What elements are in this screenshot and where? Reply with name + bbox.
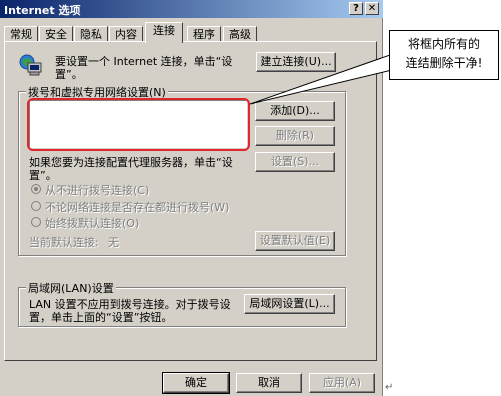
- apply-button[interactable]: 应用(A): [309, 373, 375, 393]
- annotation-line-1: 将框内所有的: [407, 37, 480, 51]
- radio-never-dial[interactable]: [31, 184, 41, 194]
- current-default-value: 无: [108, 236, 119, 249]
- cancel-button[interactable]: 取消: [236, 373, 302, 393]
- tab-advanced[interactable]: 高级: [223, 26, 257, 42]
- lan-text-continued: 置，单击上面的“设置”按钮。: [29, 311, 173, 324]
- window-title: Internet 选项: [4, 4, 81, 17]
- highlight-box: [27, 98, 250, 151]
- lan-settings-button[interactable]: 局域网设置(L)...: [244, 294, 335, 314]
- set-default-button[interactable]: 设置默认值(E): [255, 231, 335, 251]
- proxy-text-continued: 置”。: [29, 169, 57, 182]
- tab-connections[interactable]: 连接: [145, 22, 183, 43]
- internet-options-dialog: Internet 选项 ? ✕ 常规 安全 隐私 内容 连接 程序 高级 要设置…: [0, 0, 383, 396]
- radio-always-dial-default-label: 始终拨默认连接(O): [45, 217, 140, 230]
- setup-connection-button[interactable]: 建立连接(U)...: [256, 52, 336, 72]
- annotation-line-2: 连结删除干净!: [405, 56, 483, 70]
- tab-content[interactable]: 内容: [109, 26, 143, 42]
- radio-never-dial-label: 从不进行拨号连接(C): [45, 184, 150, 197]
- close-icon[interactable]: ✕: [365, 2, 379, 15]
- help-icon[interactable]: ?: [349, 2, 363, 15]
- delete-button[interactable]: 删除(R): [255, 126, 335, 146]
- return-mark-icon: ↵: [385, 382, 394, 393]
- proxy-text: 如果您要为连接配置代理服务器，单击“设: [29, 156, 233, 169]
- tab-programs[interactable]: 程序: [187, 26, 221, 42]
- title-bar[interactable]: Internet 选项 ? ✕: [0, 0, 383, 18]
- settings-button[interactable]: 设置(S)...: [255, 152, 335, 172]
- setup-text-continued: 置”。: [55, 68, 83, 81]
- computer-network-icon: [17, 53, 45, 77]
- lan-group-label: 局域网(LAN)设置: [26, 280, 116, 296]
- current-default-label: 当前默认连接:: [29, 236, 99, 249]
- tab-security[interactable]: 安全: [39, 26, 73, 42]
- tab-privacy[interactable]: 隐私: [74, 26, 108, 42]
- ok-button[interactable]: 确定: [162, 372, 230, 394]
- radio-dial-when-no-network-label: 不论网络连接是否存在都进行拨号(W): [45, 201, 230, 214]
- annotation-callout: 将框内所有的 连结删除干净!: [389, 30, 499, 80]
- add-button[interactable]: 添加(D)...: [255, 101, 335, 121]
- radio-always-dial-default[interactable]: [31, 217, 41, 227]
- tab-general[interactable]: 常规: [4, 26, 38, 42]
- radio-dial-when-no-network[interactable]: [31, 201, 41, 211]
